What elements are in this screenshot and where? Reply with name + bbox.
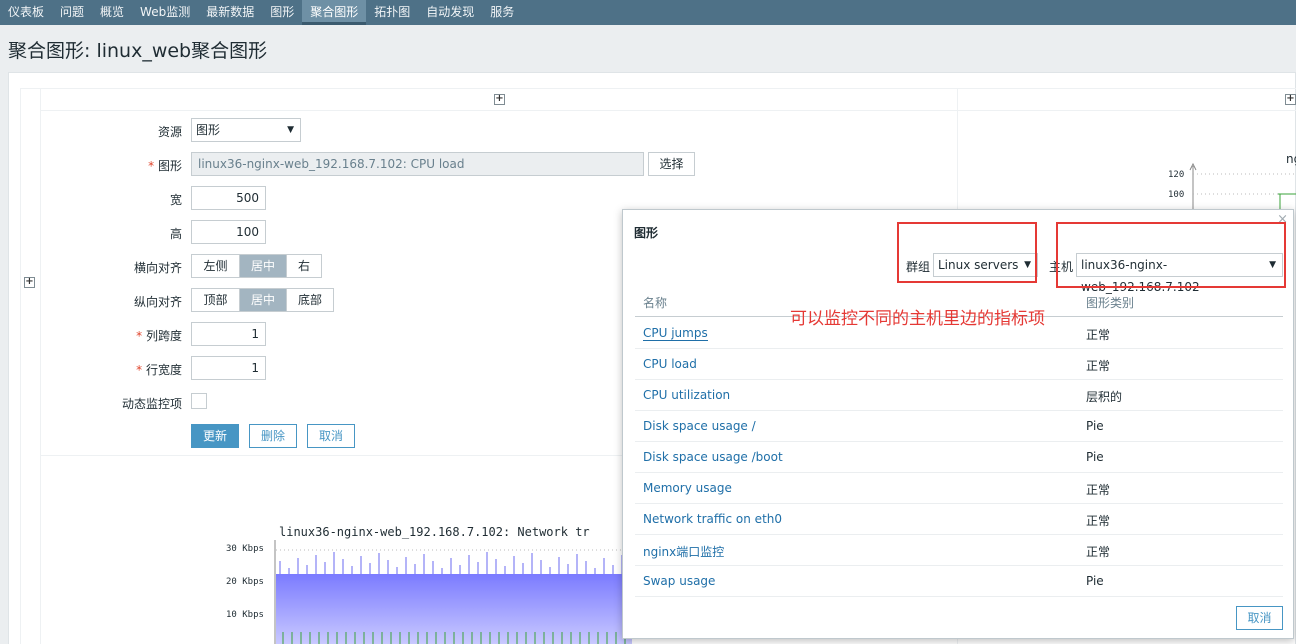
row-divider (635, 503, 1283, 504)
height-field[interactable]: 100 (191, 220, 266, 244)
halign-right-option[interactable]: 右 (287, 255, 321, 277)
dialog-title: 图形 (634, 226, 659, 240)
graph-label: * 图形 (62, 157, 182, 174)
column-header-name: 名称 (643, 296, 668, 310)
graph-link[interactable]: nginx端口监控 (643, 543, 724, 560)
grid-line (40, 110, 957, 111)
add-column-icon[interactable]: + (1285, 94, 1296, 105)
row-divider (635, 565, 1283, 566)
y-tick-label: 20 Kbps (226, 577, 264, 587)
graph-type: 正常 (1086, 545, 1111, 559)
nav-item-graphs[interactable]: 图形 (262, 0, 302, 25)
network-traffic-graph (274, 540, 632, 644)
row-divider (635, 410, 1283, 411)
height-label: 高 (169, 227, 182, 241)
graph-type: 正常 (1086, 359, 1111, 373)
update-button[interactable]: 更新 (191, 424, 239, 448)
nav-item-dashboard[interactable]: 仪表板 (0, 0, 52, 25)
rowspan-label-text: 行宽度 (145, 363, 182, 377)
row-divider (635, 534, 1283, 535)
nav-item-services[interactable]: 服务 (482, 0, 522, 25)
graph-label-text: 图形 (157, 159, 182, 173)
highlight-box-host (1056, 222, 1286, 288)
rowspan-label: * 行宽度 (62, 361, 182, 378)
graph-link[interactable]: Swap usage (643, 574, 715, 588)
annotation-text: 可以监控不同的主机里边的指标项 (790, 309, 1045, 329)
colspan-label-text: 列跨度 (145, 329, 182, 343)
graph-type: Pie (1086, 574, 1104, 588)
delete-button[interactable]: 删除 (249, 424, 297, 448)
select-button[interactable]: 选择 (648, 152, 695, 176)
add-row-icon[interactable]: + (24, 277, 35, 288)
row-divider (635, 472, 1283, 473)
column-header-type: 图形类别 (1086, 296, 1135, 310)
row-divider (635, 596, 1283, 597)
resource-select-value: 图形 (196, 123, 221, 137)
grid-line (40, 88, 41, 644)
valign-middle-option[interactable]: 居中 (240, 289, 287, 311)
graph-type: 正常 (1086, 483, 1111, 497)
halign-left-option[interactable]: 左侧 (192, 255, 240, 277)
y-tick-label: 30 Kbps (226, 544, 264, 554)
graph-link[interactable]: CPU utilization (643, 388, 730, 402)
right-y-tick-label: 120 (1168, 170, 1185, 180)
grid-line (20, 88, 21, 644)
graph-field[interactable]: linux36-nginx-web_192.168.7.102: CPU loa… (191, 152, 644, 176)
width-field[interactable]: 500 (191, 186, 266, 210)
chevron-down-icon: ▼ (287, 125, 294, 135)
nav-item-latest-data[interactable]: 最新数据 (198, 0, 262, 25)
nav-item-web[interactable]: Web监测 (132, 0, 198, 25)
grid-line (20, 88, 1296, 89)
y-tick-label: 10 Kbps (226, 610, 264, 620)
graph-type: Pie (1086, 450, 1104, 464)
graph-link[interactable]: CPU load (643, 357, 697, 371)
top-navigation: 仪表板 问题 概览 Web监测 最新数据 图形 聚合图形 拓扑图 自动发现 服务 (0, 0, 1296, 25)
right-y-tick-label: 100 (1168, 190, 1185, 200)
chart-title: linux36-nginx-web_192.168.7.102: Network… (279, 525, 590, 539)
width-label: 宽 (169, 193, 182, 207)
nav-item-overview[interactable]: 概览 (92, 0, 132, 25)
row-divider (635, 441, 1283, 442)
nav-item-screens[interactable]: 聚合图形 (302, 0, 367, 25)
graph-link[interactable]: Disk space usage /boot (643, 450, 783, 464)
cancel-button[interactable]: 取消 (307, 424, 355, 448)
dialog-cancel-button[interactable]: 取消 (1236, 606, 1283, 630)
halign-center-option[interactable]: 居中 (240, 255, 287, 277)
resource-select[interactable]: 图形 ▼ (191, 118, 301, 142)
nav-item-problems[interactable]: 问题 (52, 0, 92, 25)
required-marker: * (148, 159, 155, 173)
valign-top-option[interactable]: 顶部 (192, 289, 240, 311)
page-title: 聚合图形: linux_web聚合图形 (8, 40, 268, 62)
nav-item-maps[interactable]: 拓扑图 (366, 0, 418, 25)
row-divider (635, 348, 1283, 349)
required-marker: * (136, 363, 143, 377)
required-marker: * (136, 329, 143, 343)
valign-segmented: 顶部 居中 底部 (191, 288, 334, 312)
graph-type: 正常 (1086, 328, 1111, 342)
dynamic-item-label: 动态监控项 (121, 397, 182, 411)
grid-line (958, 110, 1296, 111)
colspan-field[interactable]: 1 (191, 322, 266, 346)
resource-label: 资源 (157, 125, 182, 139)
graph-link[interactable]: Disk space usage / (643, 419, 756, 433)
rowspan-field[interactable]: 1 (191, 356, 266, 380)
add-column-icon[interactable]: + (494, 94, 505, 105)
valign-label: 纵向对齐 (133, 295, 182, 309)
nav-item-discovery[interactable]: 自动发现 (418, 0, 482, 25)
graph-type: 正常 (1086, 514, 1111, 528)
halign-segmented: 左侧 居中 右 (191, 254, 322, 278)
halign-label: 横向对齐 (133, 261, 182, 275)
highlight-box-group (897, 222, 1037, 283)
graph-type: 层积的 (1086, 390, 1123, 404)
dynamic-item-checkbox[interactable] (191, 393, 207, 409)
graph-link[interactable]: Memory usage (643, 481, 732, 495)
graph-link[interactable]: CPU jumps (643, 326, 708, 341)
right-graph (1189, 162, 1296, 212)
row-divider (635, 379, 1283, 380)
graph-link[interactable]: Network traffic on eth0 (643, 512, 782, 526)
valign-bottom-option[interactable]: 底部 (287, 289, 333, 311)
colspan-label: * 列跨度 (62, 327, 182, 344)
graph-type: Pie (1086, 419, 1104, 433)
